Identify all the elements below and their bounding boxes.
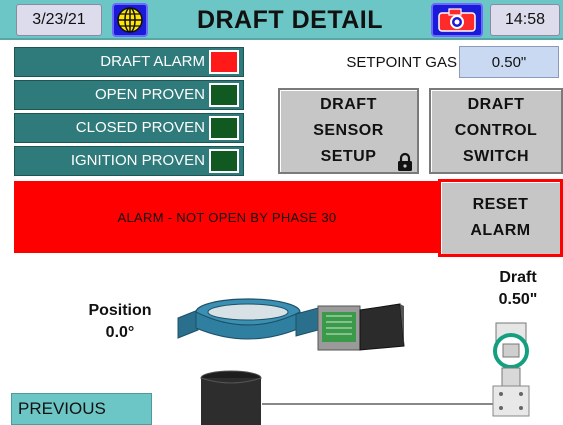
setpoint-gas-input[interactable]: 0.50" [459,46,559,78]
alarm-banner: ALARM - NOT OPEN BY PHASE 30 [14,181,440,253]
status-row-closed-proven: CLOSED PROVEN [14,113,244,143]
pressure-transmitter-icon [492,322,530,417]
status-row-open-proven: OPEN PROVEN [14,80,244,110]
reset-alarm-button[interactable]: RESET ALARM [438,179,563,257]
draft-control-switch-button[interactable]: DRAFT CONTROL SWITCH [429,88,563,174]
page-title: DRAFT DETAIL [196,5,384,34]
damper-valve-icon [177,298,319,340]
draft-value: 0.50" [498,291,538,308]
draft-label: Draft [499,269,537,286]
draft-readout: Draft 0.50" [478,267,558,311]
position-readout: Position 0.0° [70,300,170,344]
actuator-motor-icon [317,303,405,351]
globe-icon[interactable] [112,3,148,37]
button-label: RESET ALARM [470,196,531,239]
status-row-ignition-proven: IGNITION PROVEN [14,146,244,176]
camera-icon[interactable] [431,3,483,37]
button-label: DRAFT CONTROL SWITCH [454,96,538,165]
status-led-red [209,50,239,74]
lock-icon [398,152,412,171]
button-label: DRAFT SENSOR SETUP [313,96,384,165]
status-led-green [209,149,239,173]
position-label: Position [88,302,152,319]
status-led-green [209,116,239,140]
status-label: OPEN PROVEN [94,86,205,103]
alarm-message: ALARM - NOT OPEN BY PHASE 30 [117,209,337,225]
status-row-draft-alarm: DRAFT ALARM [14,47,244,77]
date-display: 3/23/21 [16,4,102,36]
status-label: IGNITION PROVEN [70,152,205,169]
time-display: 14:58 [490,4,560,36]
flue-stack-icon [200,370,262,425]
status-label: CLOSED PROVEN [75,119,205,136]
setpoint-gas-label: SETPOINT GAS [346,54,457,71]
status-led-green [209,83,239,107]
header-bar: 3/23/21 DRAFT DETAIL 14:58 [0,0,563,40]
status-label: DRAFT ALARM [100,53,205,70]
previous-button[interactable]: PREVIOUS [11,393,152,425]
position-value: 0.0° [105,324,135,341]
